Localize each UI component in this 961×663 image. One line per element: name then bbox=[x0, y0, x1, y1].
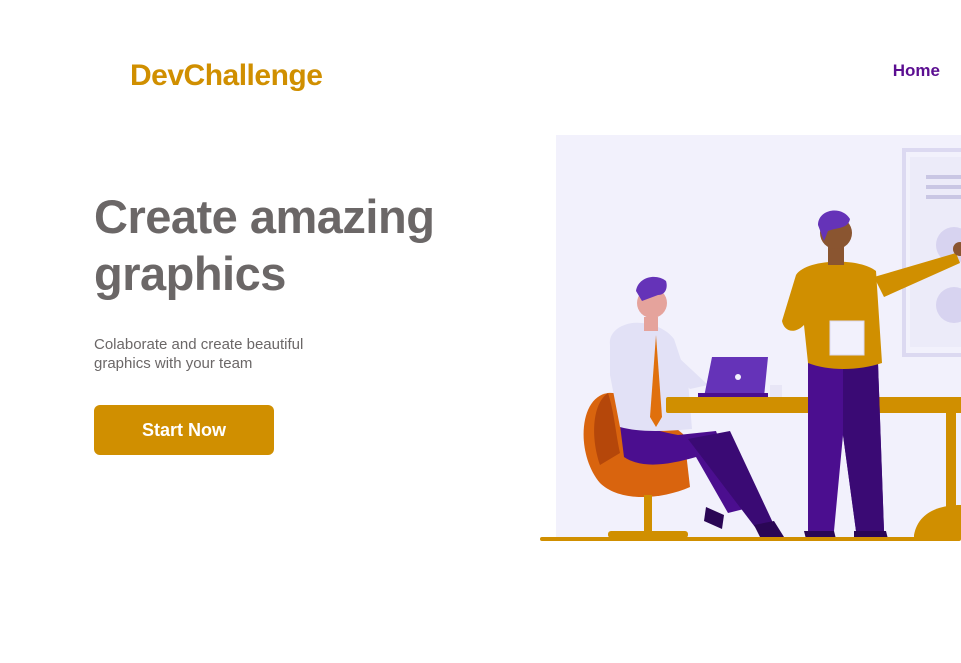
floor-line bbox=[540, 537, 961, 541]
nav-link-home[interactable]: Home bbox=[893, 61, 940, 81]
start-now-button[interactable]: Start Now bbox=[94, 405, 274, 455]
whiteboard-icon bbox=[902, 148, 961, 357]
hero-headline: Create amazing graphics bbox=[94, 190, 435, 300]
brand-logo[interactable]: DevChallenge bbox=[130, 57, 323, 95]
hero-subtitle: Colaborate and create beautiful graphics… bbox=[94, 336, 304, 372]
team-collaboration-illustration bbox=[540, 135, 961, 541]
